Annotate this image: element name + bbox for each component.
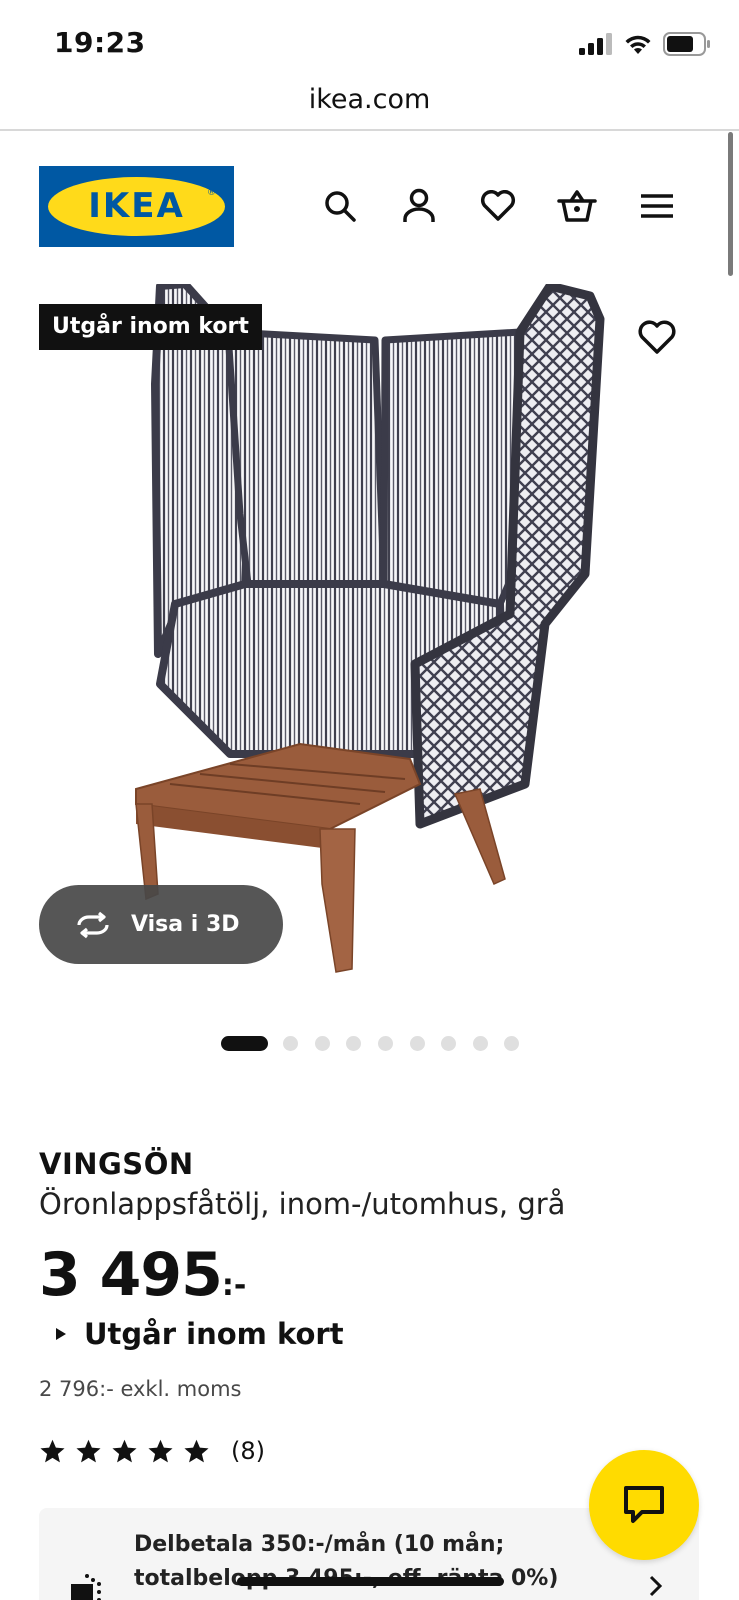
star-icon — [112, 1439, 137, 1462]
carousel-dot[interactable] — [410, 1036, 425, 1051]
search-button[interactable] — [318, 184, 362, 228]
carousel-dot[interactable] — [473, 1036, 488, 1051]
product-name: VINGSÖN — [39, 1147, 194, 1181]
status-badge: Utgår inom kort — [39, 304, 262, 350]
status-bar: 19:23 — [0, 0, 739, 88]
ikea-logo[interactable]: IKEA ® — [39, 166, 234, 247]
carousel-dot[interactable] — [221, 1036, 268, 1051]
status-icons — [579, 32, 711, 56]
menu-icon — [641, 194, 673, 218]
carousel-dot[interactable] — [378, 1036, 393, 1051]
availability[interactable]: Utgår inom kort — [56, 1317, 344, 1351]
basket-icon — [557, 190, 597, 222]
chevron-right-icon — [649, 1575, 663, 1597]
availability-text: Utgår inom kort — [84, 1317, 344, 1351]
price-suffix: :- — [221, 1268, 247, 1303]
rotate-3d-icon — [77, 911, 109, 938]
expand-triangle-icon — [56, 1328, 66, 1340]
product-description: Öronlappsfåtölj, inom-/utomhus, grå — [39, 1187, 566, 1221]
profile-button[interactable] — [397, 184, 441, 228]
registered-mark: ® — [207, 188, 216, 198]
battery-icon — [663, 32, 710, 56]
chat-button[interactable] — [589, 1450, 699, 1560]
carousel-dot[interactable] — [283, 1036, 298, 1051]
price-value: 3 495 — [39, 1240, 223, 1310]
star-icon — [40, 1439, 65, 1462]
logo-text: IKEA — [88, 186, 185, 226]
product-price: 3 495:- — [39, 1240, 246, 1310]
carousel-dot[interactable] — [346, 1036, 361, 1051]
status-time: 19:23 — [54, 26, 146, 59]
menu-button[interactable] — [635, 184, 679, 228]
payment-icon — [71, 1574, 101, 1600]
chat-icon — [624, 1486, 664, 1523]
rating[interactable]: (8) — [39, 1437, 265, 1465]
url-bar[interactable]: ikea.com — [0, 80, 739, 130]
star-icon — [76, 1439, 101, 1462]
view-3d-label: Visa i 3D — [131, 912, 240, 937]
heart-icon — [638, 320, 676, 354]
search-icon — [325, 191, 356, 222]
signal-icon — [579, 33, 612, 55]
finance-text: Delbetala 350:-/mån (10 mån; totalbelopp… — [134, 1532, 559, 1591]
heart-icon — [481, 190, 515, 221]
favourites-button[interactable] — [476, 184, 520, 228]
carousel-dot[interactable] — [315, 1036, 330, 1051]
image-favourite-button[interactable] — [637, 320, 681, 364]
star-icon — [184, 1439, 209, 1462]
wifi-icon — [625, 35, 651, 54]
carousel-dot[interactable] — [504, 1036, 519, 1051]
site-header: IKEA ® — [0, 166, 739, 248]
basket-button[interactable] — [555, 184, 599, 228]
profile-icon — [403, 188, 435, 222]
url-divider — [0, 129, 739, 131]
home-indicator — [237, 1577, 504, 1586]
price-excl-vat: 2 796:- exkl. moms — [39, 1377, 242, 1401]
carousel-dot[interactable] — [441, 1036, 456, 1051]
view-3d-button[interactable]: Visa i 3D — [39, 885, 283, 964]
rating-count: (8) — [231, 1437, 265, 1465]
star-icon — [148, 1439, 173, 1462]
image-carousel-dots — [0, 1034, 739, 1052]
